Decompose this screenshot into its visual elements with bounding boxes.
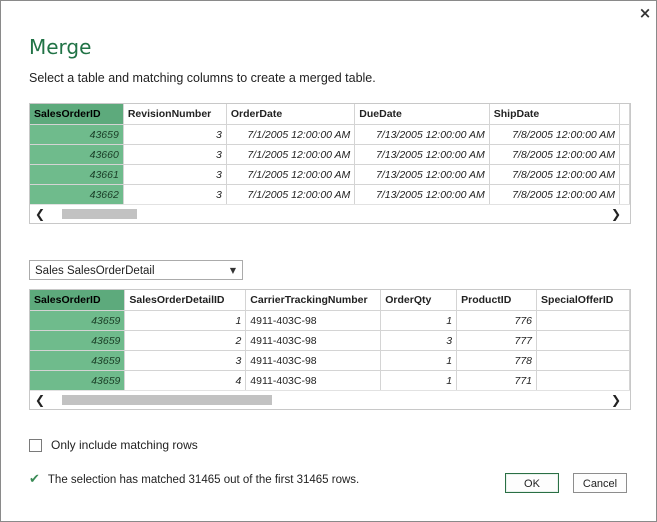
- table-cell: 43659: [30, 124, 124, 145]
- column-header[interactable]: DueDate: [354, 104, 490, 125]
- table-cell: [536, 330, 630, 351]
- top-table-scrollbar[interactable]: ❮ ❯: [30, 204, 630, 223]
- column-header[interactable]: ShipDate: [489, 104, 621, 125]
- table-cell: 4911-403C-98: [245, 350, 382, 371]
- table-cell: 4911-403C-98: [245, 370, 382, 390]
- table-cell: 43659: [30, 350, 126, 371]
- table-select-value: Sales SalesOrderDetail: [35, 265, 155, 277]
- table-cell: 3: [124, 350, 247, 371]
- only-matching-rows-label: Only include matching rows: [51, 438, 198, 452]
- top-table-preview: SalesOrderID RevisionNumber OrderDate DueDa…: [29, 103, 631, 224]
- table-cell: [536, 310, 630, 331]
- column-header[interactable]: ProductID: [456, 290, 538, 311]
- bottom-table-preview: SalesOrderID SalesOrderDetailID CarrierTra…: [29, 289, 631, 410]
- table-cell: 771: [456, 370, 538, 390]
- column-header[interactable]: SalesOrderID: [30, 104, 124, 125]
- table-cell: 43662: [30, 184, 124, 204]
- table-cell: 1: [380, 310, 458, 331]
- column-header[interactable]: SalesOrderDetailID: [124, 290, 247, 311]
- table-cell: 7/13/2005 12:00:00 AM: [354, 124, 490, 145]
- dialog-subtitle: Select a table and matching columns to c…: [29, 71, 376, 85]
- table-cell-partial: [619, 164, 630, 185]
- bottom-table-header-row: SalesOrderID SalesOrderDetailID CarrierTra…: [30, 290, 630, 311]
- column-header[interactable]: RevisionNumber: [123, 104, 227, 125]
- table-cell: 7/1/2005 12:00:00 AM: [226, 164, 356, 185]
- merge-dialog: × Merge Select a table and matching colu…: [0, 0, 657, 522]
- top-table-header-row: SalesOrderID RevisionNumber OrderDate DueDa…: [30, 104, 630, 125]
- scrollbar-thumb[interactable]: [62, 209, 137, 219]
- table-cell: 7/1/2005 12:00:00 AM: [226, 124, 356, 145]
- table-row: 43660 3 7/1/2005 12:00:00 AM 7/13/2005 12:0…: [30, 144, 630, 165]
- close-icon[interactable]: ×: [637, 5, 653, 21]
- table-cell: 2: [124, 330, 247, 351]
- table-row: 43659 2 4911-403C-98 3 777: [30, 330, 630, 351]
- table-cell: [536, 370, 630, 390]
- table-cell: 776: [456, 310, 538, 331]
- table-row: 43659 4 4911-403C-98 1 771: [30, 370, 630, 390]
- scrollbar-thumb[interactable]: [62, 395, 272, 405]
- table-cell: 7/8/2005 12:00:00 AM: [489, 184, 621, 204]
- only-matching-rows-option[interactable]: Only include matching rows: [29, 438, 198, 452]
- bottom-table-scrollbar[interactable]: ❮ ❯: [30, 390, 630, 409]
- dialog-title: Merge: [29, 35, 92, 59]
- table-cell: 3: [123, 184, 227, 204]
- table-cell: 43660: [30, 144, 124, 165]
- table-cell: 43661: [30, 164, 124, 185]
- table-cell: 3: [123, 144, 227, 165]
- scroll-right-icon[interactable]: ❯: [608, 392, 624, 408]
- table-cell: 43659: [30, 370, 126, 390]
- table-cell: 7/1/2005 12:00:00 AM: [226, 184, 356, 204]
- table-cell: 43659: [30, 310, 126, 331]
- table-cell: 3: [123, 124, 227, 145]
- table-cell: 7/8/2005 12:00:00 AM: [489, 164, 621, 185]
- scroll-left-icon[interactable]: ❮: [32, 206, 48, 222]
- scroll-right-icon[interactable]: ❯: [608, 206, 624, 222]
- column-header[interactable]: CarrierTrackingNumber: [245, 290, 382, 311]
- table-cell: 4: [124, 370, 247, 390]
- table-row: 43662 3 7/1/2005 12:00:00 AM 7/13/2005 12:0…: [30, 184, 630, 204]
- cancel-button[interactable]: Cancel: [573, 473, 627, 493]
- scroll-left-icon[interactable]: ❮: [32, 392, 48, 408]
- table-cell: 7/8/2005 12:00:00 AM: [489, 124, 621, 145]
- table-cell-partial: [619, 124, 630, 145]
- match-status: ✔ The selection has matched 31465 out of…: [29, 472, 359, 487]
- column-header-partial: [619, 104, 630, 125]
- ok-button[interactable]: OK: [505, 473, 559, 493]
- table-cell: 7/13/2005 12:00:00 AM: [354, 144, 490, 165]
- table-cell: 1: [380, 370, 458, 390]
- bottom-table: SalesOrderID SalesOrderDetailID CarrierTra…: [30, 290, 630, 390]
- table-cell: 43659: [30, 330, 126, 351]
- only-matching-rows-checkbox[interactable]: [29, 438, 42, 452]
- table-cell: 1: [124, 310, 247, 331]
- table-row: 43659 3 7/1/2005 12:00:00 AM 7/13/2005 12:0…: [30, 124, 630, 145]
- table-cell: 777: [456, 330, 538, 351]
- table-cell: 3: [123, 164, 227, 185]
- table-cell-partial: [619, 184, 630, 204]
- column-header[interactable]: SpecialOfferID: [536, 290, 630, 311]
- table-cell: 7/13/2005 12:00:00 AM: [354, 164, 490, 185]
- column-header[interactable]: SalesOrderID: [30, 290, 126, 311]
- column-header[interactable]: OrderQty: [380, 290, 458, 311]
- match-status-text: The selection has matched 31465 out of t…: [47, 473, 360, 486]
- table-cell: 7/1/2005 12:00:00 AM: [226, 144, 356, 165]
- table-cell: 3: [380, 330, 458, 351]
- check-icon: ✔: [29, 472, 40, 487]
- table-cell: 778: [456, 350, 538, 371]
- table-cell: 4911-403C-98: [245, 330, 382, 351]
- chevron-down-icon[interactable]: ▼: [230, 261, 236, 281]
- top-table: SalesOrderID RevisionNumber OrderDate DueDa…: [30, 104, 630, 204]
- table-select-dropdown[interactable]: Sales SalesOrderDetail ▼: [29, 260, 243, 280]
- table-cell: [536, 350, 630, 371]
- table-cell: 1: [380, 350, 458, 371]
- table-row: 43659 1 4911-403C-98 1 776: [30, 310, 630, 331]
- table-row: 43659 3 4911-403C-98 1 778: [30, 350, 630, 371]
- table-cell: 4911-403C-98: [245, 310, 382, 331]
- table-cell-partial: [619, 144, 630, 165]
- column-header[interactable]: OrderDate: [226, 104, 356, 125]
- table-cell: 7/8/2005 12:00:00 AM: [489, 144, 621, 165]
- table-row: 43661 3 7/1/2005 12:00:00 AM 7/13/2005 12:0…: [30, 164, 630, 185]
- table-cell: 7/13/2005 12:00:00 AM: [354, 184, 490, 204]
